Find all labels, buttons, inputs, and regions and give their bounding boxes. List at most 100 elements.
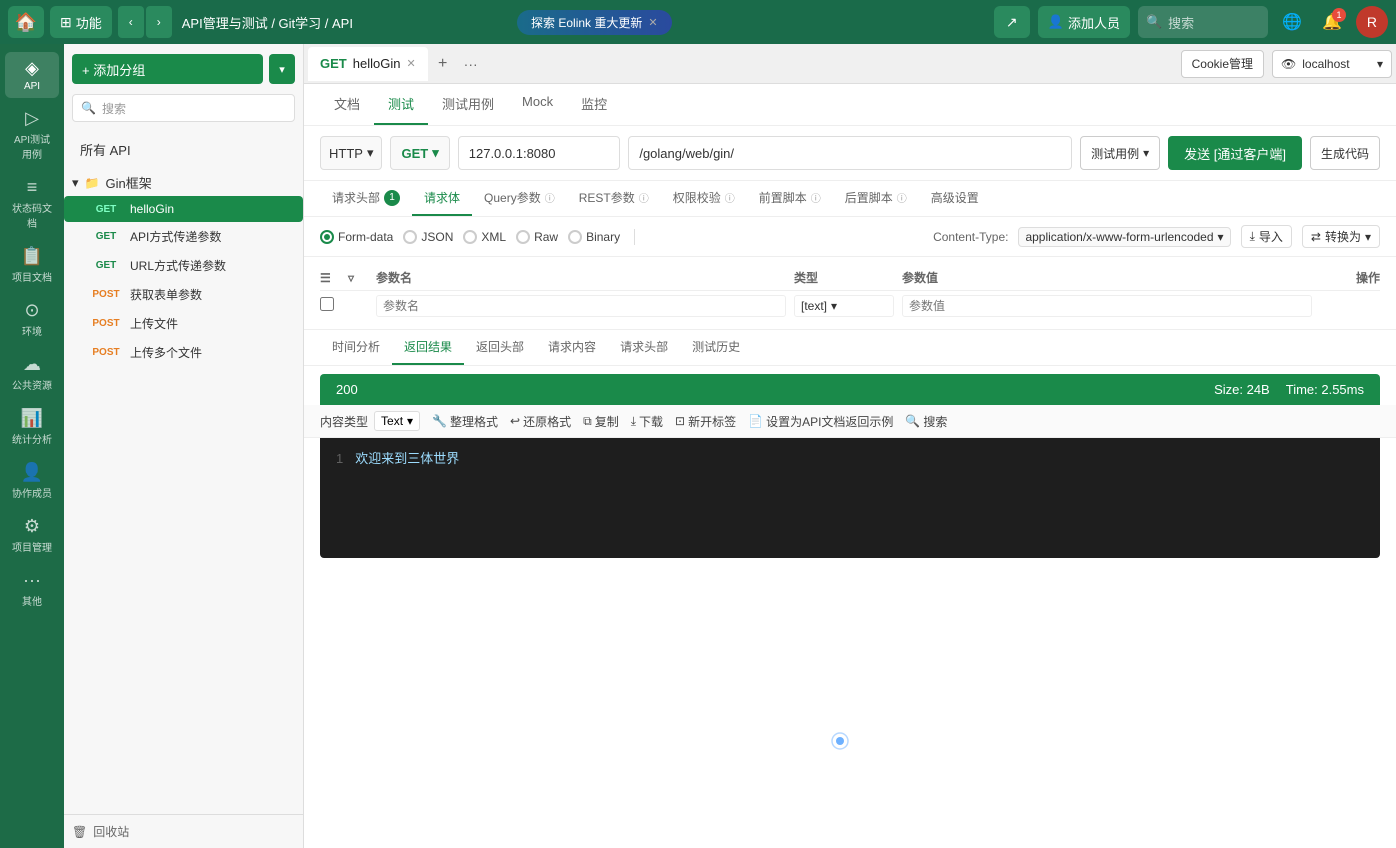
env-select-dropdown[interactable]: 👁 localhost ▾ [1272,50,1392,78]
add-group-dropdown-button[interactable]: ▾ [269,54,295,84]
radio-binary[interactable]: Binary [568,230,620,244]
tab-mock[interactable]: Mock [508,84,567,125]
tab-add-button[interactable]: + [430,51,456,77]
req-tab-rest[interactable]: REST参数 ⓘ [567,181,661,216]
func-button[interactable]: ⊞ 功能 [50,6,112,38]
req-tab-body[interactable]: 请求体 [412,181,472,216]
test-example-button[interactable]: 测试用例 ▾ [1080,136,1160,170]
user-avatar[interactable]: R [1356,6,1388,38]
new-tab-button[interactable]: ⊡ 新开标签 [675,413,736,430]
sidebar-item-api-test[interactable]: ▷ API测试用例 [5,102,59,167]
radio-xml[interactable]: XML [463,230,506,244]
send-button[interactable]: 发送 [通过客户端] [1168,136,1302,170]
tab-more-button[interactable]: ··· [458,51,484,77]
copy-button[interactable]: ⧉ 复制 [583,413,619,430]
radio-raw[interactable]: Raw [516,230,558,244]
resp-tab-time[interactable]: 时间分析 [320,330,392,365]
sidebar-item-project-mgmt[interactable]: ⚙ 项目管理 [5,510,59,560]
protocol-select[interactable]: HTTP ▾ [320,136,382,170]
resp-content-type-value: Text [381,414,403,428]
row-param-name[interactable] [376,295,786,317]
req-tab-body-label: 请求体 [424,189,460,206]
api-item-5[interactable]: POST 上传多个文件 [64,338,303,367]
api-item-2[interactable]: GET URL方式传递参数 [64,251,303,280]
sidebar-item-api[interactable]: ◈ API [5,52,59,98]
share-button[interactable]: ↗ [994,6,1030,38]
set-example-button[interactable]: 📄 设置为API文档返回示例 [748,413,893,430]
tab-test[interactable]: 测试 [374,84,428,125]
api-item-0[interactable]: GET helloGin [64,196,303,222]
param-type-select[interactable]: [text] ▾ [794,295,894,317]
req-tab-advanced[interactable]: 高级设置 [919,181,991,216]
main-tab-active[interactable]: GET helloGin ✕ [308,47,428,81]
status-code: 200 [336,382,358,397]
promo-close-icon[interactable]: ✕ [648,16,657,29]
req-tab-header[interactable]: 请求头部 1 [320,181,412,216]
tab-monitor-label: 监控 [581,97,607,112]
radio-form-data[interactable]: Form-data [320,230,393,244]
url-path-input[interactable]: /golang/web/gin/ [628,136,1072,170]
resp-tab-headers[interactable]: 返回头部 [464,330,536,365]
status-doc-icon: ≡ [27,177,38,198]
promo-banner[interactable]: 探索 Eolink 重大更新 ✕ [517,10,672,35]
forward-button[interactable]: › [146,6,172,38]
api-item-1[interactable]: GET API方式传递参数 [64,222,303,251]
sidebar-item-stats[interactable]: 📊 统计分析 [5,402,59,452]
req-tab-auth[interactable]: 权限校验 ⓘ [661,181,747,216]
url-host-input[interactable]: 127.0.0.1:8080 [458,136,621,170]
req-tab-pre-script-label: 前置脚本 [759,189,807,206]
back-button[interactable]: ‹ [118,6,144,38]
row-checkbox-input[interactable] [320,297,334,311]
sidebar-item-status-doc[interactable]: ≡ 状态码文档 [5,171,59,236]
req-tab-query[interactable]: Query参数 ⓘ [472,181,567,216]
resp-tab-request-headers[interactable]: 请求头部 [608,330,680,365]
req-tab-post-script[interactable]: 后置脚本 ⓘ [833,181,919,216]
resp-content-type-select[interactable]: Text ▾ [374,411,420,431]
download-button[interactable]: ⤓ 下载 [631,413,663,430]
generate-code-button[interactable]: 生成代码 [1310,136,1380,170]
all-api-item[interactable]: 所有 API [64,134,303,165]
sidebar-item-team[interactable]: 👤 协作成员 [5,456,59,506]
req-tab-pre-script[interactable]: 前置脚本 ⓘ [747,181,833,216]
resp-tab-history[interactable]: 测试历史 [680,330,752,365]
restore-button[interactable]: ↩ 还原格式 [510,413,571,430]
search-button[interactable]: 🔍 搜索 [905,413,947,430]
cookie-manager-button[interactable]: Cookie管理 [1181,50,1264,78]
import-button[interactable]: ⤓ 导入 [1241,225,1292,248]
notification-button[interactable]: 🔔 1 [1316,6,1348,38]
param-name-input[interactable] [376,295,786,317]
convert-button[interactable]: ⇄ 转换为 ▾ [1302,225,1380,248]
menu-icon: ☰ [320,271,331,285]
row-checkbox[interactable] [320,297,340,316]
sidebar-item-public-resource[interactable]: ☁ 公共资源 [5,348,59,398]
resp-tab-result[interactable]: 返回结果 [392,330,464,365]
globe-button[interactable]: 🌐 [1276,6,1308,38]
resp-tab-request-body[interactable]: 请求内容 [536,330,608,365]
row-param-type[interactable]: [text] ▾ [794,295,894,317]
tab-test-case[interactable]: 测试用例 [428,84,508,125]
sidebar-item-project-doc[interactable]: 📋 项目文档 [5,240,59,290]
tab-close-icon[interactable]: ✕ [406,57,415,70]
radio-json[interactable]: JSON [403,230,453,244]
api-search-box[interactable]: 🔍 搜索 [72,94,295,122]
api-group-header-gin[interactable]: ▾ 📁 Gin框架 [64,169,303,196]
api-item-4[interactable]: POST 上传文件 [64,309,303,338]
param-value-input[interactable] [902,295,1312,317]
api-panel-header: + 添加分组 ▾ [64,44,303,94]
sidebar-item-other[interactable]: ··· 其他 [5,564,59,614]
breadcrumb: API管理与测试 / Git学习 / API [182,13,353,32]
home-button[interactable]: 🏠 [8,6,44,38]
format-button[interactable]: 🔧 整理格式 [432,413,498,430]
api-item-3[interactable]: POST 获取表单参数 [64,280,303,309]
tab-monitor[interactable]: 监控 [567,84,621,125]
api-footer-trash[interactable]: 🗑 回收站 [64,814,303,848]
add-person-button[interactable]: 👤 添加人员 [1038,6,1130,38]
content-type-select[interactable]: application/x-www-form-urlencoded ▾ [1018,227,1230,247]
sidebar-item-env[interactable]: ⊙ 环境 [5,294,59,344]
row-param-value[interactable] [902,295,1312,317]
tab-mock-label: Mock [522,94,553,109]
tab-doc[interactable]: 文档 [320,84,374,125]
add-group-button[interactable]: + 添加分组 [72,54,263,84]
method-select[interactable]: GET ▾ [390,136,449,170]
nav-search-box[interactable]: 🔍 搜索 [1138,6,1268,38]
